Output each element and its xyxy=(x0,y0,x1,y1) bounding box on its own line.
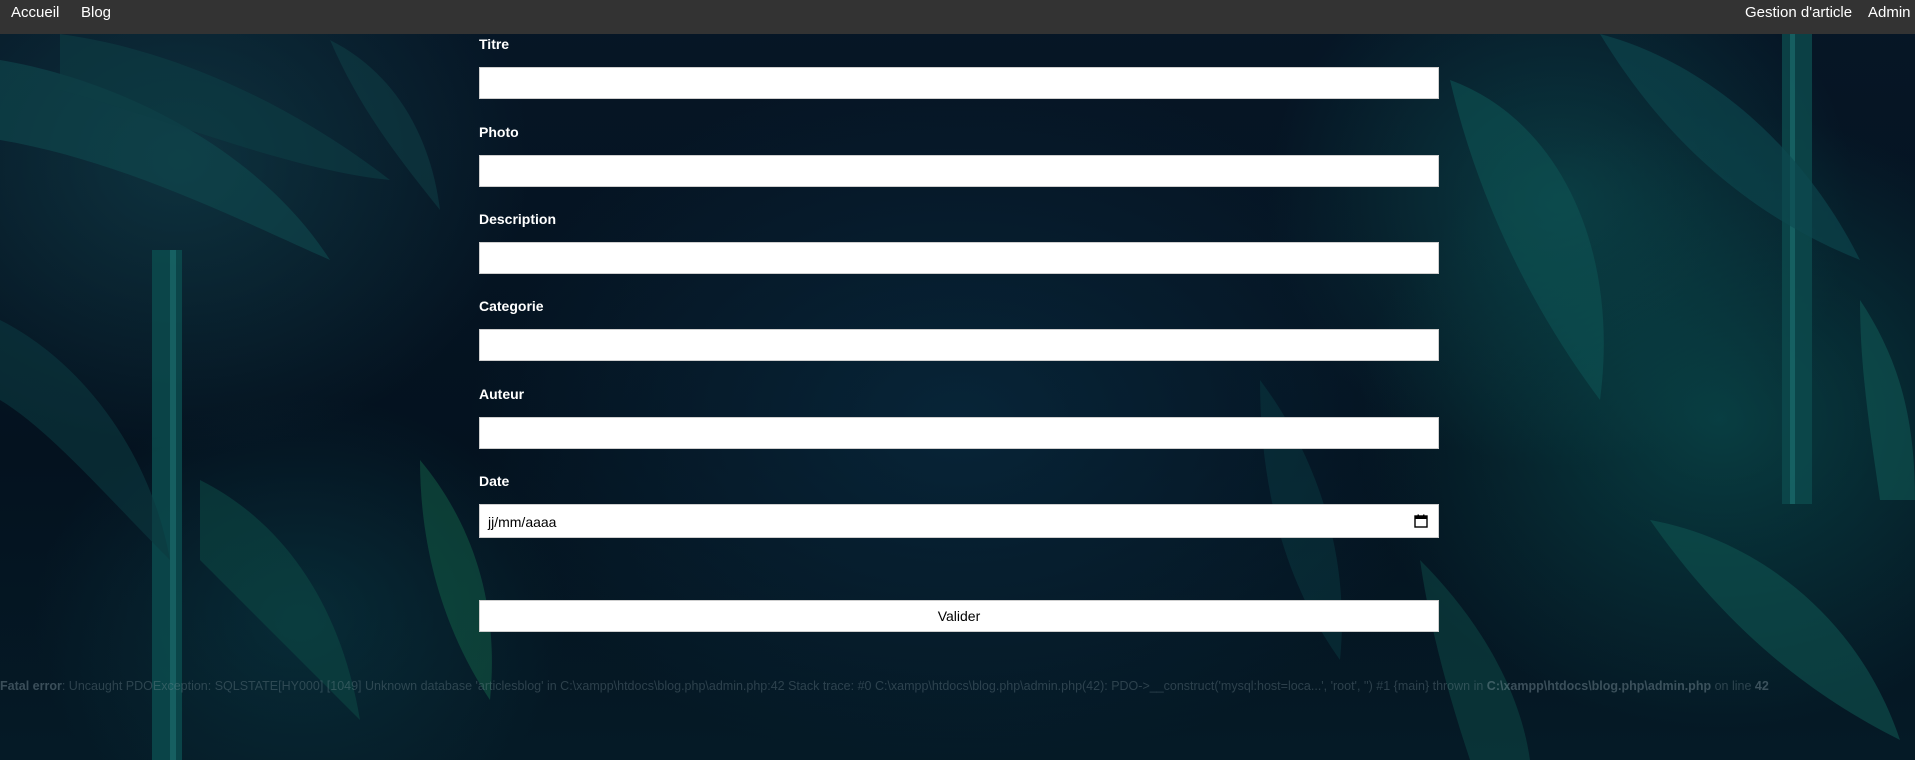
error-line-prefix: on line xyxy=(1711,679,1755,693)
submit-button[interactable]: Valider xyxy=(479,600,1439,632)
author-input[interactable] xyxy=(479,417,1439,449)
author-label: Auteur xyxy=(479,386,525,402)
date-label: Date xyxy=(479,473,510,489)
calendar-icon[interactable] xyxy=(1414,514,1428,528)
error-text: : Uncaught PDOException: SQLSTATE[HY000]… xyxy=(61,679,1487,693)
error-file: C:\xampp\htdocs\blog.php\admin.php xyxy=(1486,679,1712,693)
jungle-background xyxy=(0,0,1915,760)
error-prefix: Fatal error xyxy=(0,679,62,693)
php-error-message: Fatal error: Uncaught PDOException: SQLS… xyxy=(0,679,1915,693)
navbar: Accueil Blog Gestion d'article Admin xyxy=(0,0,1915,34)
date-input[interactable]: jj/mm/aaaa xyxy=(479,504,1439,538)
category-label: Categorie xyxy=(479,298,544,314)
nav-link-blog[interactable]: Blog xyxy=(81,5,111,21)
nav-link-gestion-article[interactable]: Gestion d'article xyxy=(1745,5,1852,21)
photo-label: Photo xyxy=(479,124,519,140)
category-input[interactable] xyxy=(479,329,1439,361)
title-input[interactable] xyxy=(479,67,1439,99)
nav-link-accueil[interactable]: Accueil xyxy=(11,5,59,21)
title-label: Titre xyxy=(479,36,510,52)
description-label: Description xyxy=(479,211,557,227)
error-line-number: 42 xyxy=(1754,679,1769,693)
photo-input[interactable] xyxy=(479,155,1439,187)
date-placeholder: jj/mm/aaaa xyxy=(488,514,557,530)
nav-link-admin[interactable]: Admin xyxy=(1868,5,1911,21)
leaf-decoration xyxy=(0,34,1915,760)
description-input[interactable] xyxy=(479,242,1439,274)
